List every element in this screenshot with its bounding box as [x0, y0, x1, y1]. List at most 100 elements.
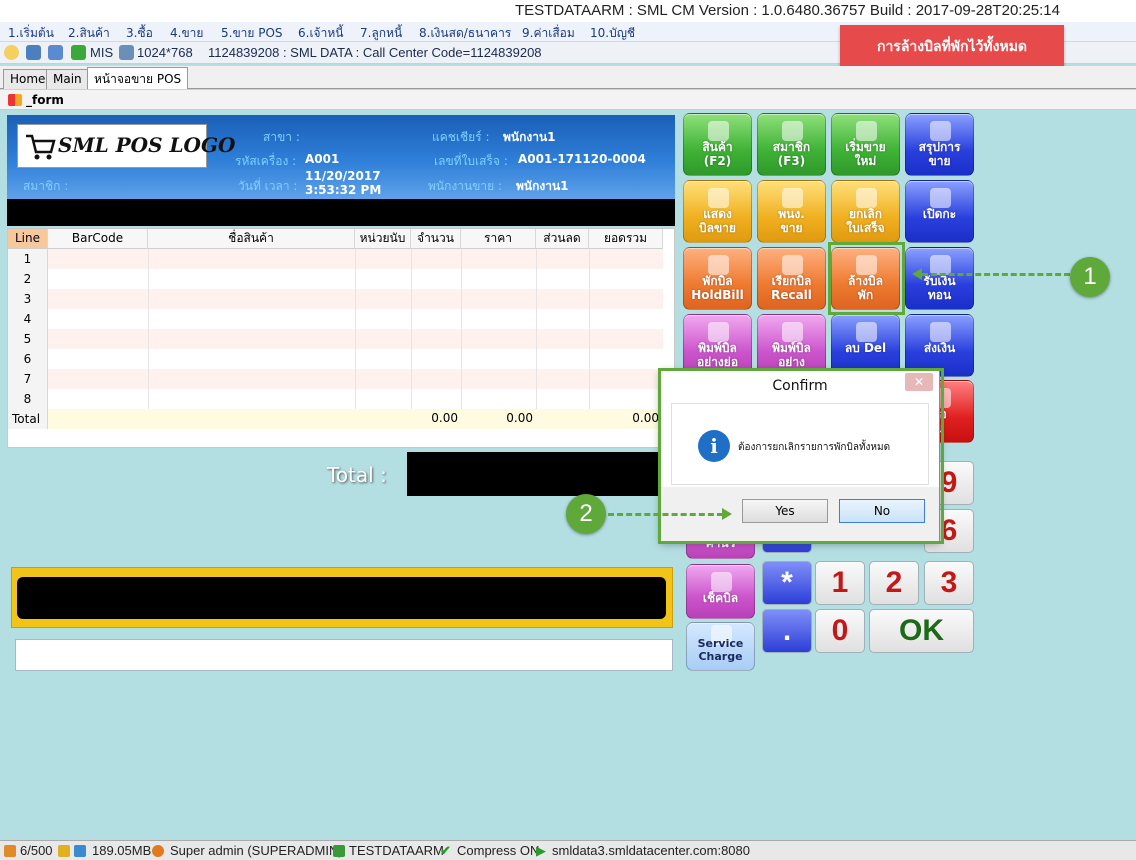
- grid-divider: [461, 249, 462, 429]
- receipt-value: A001-171120-0004: [518, 152, 646, 166]
- key-1[interactable]: 1: [815, 561, 865, 605]
- col-product-name: ชื่อสินค้า: [148, 229, 355, 249]
- check-bill-button[interactable]: เช็คบิล: [686, 564, 755, 619]
- key-0[interactable]: 0: [815, 609, 865, 653]
- row-number: 1: [8, 249, 48, 269]
- user-icon: [782, 121, 803, 141]
- machine-label: รหัสเครื่อง :: [235, 154, 297, 168]
- tab-pos-screen[interactable]: หน้าจอขาย POS: [87, 67, 189, 89]
- callout-line: [608, 513, 723, 516]
- total-sum: 0.00: [632, 411, 659, 425]
- mis-label[interactable]: MIS: [90, 45, 113, 60]
- pos-header: SML POS LOGO สาขา : รหัสเครื่อง : A001 ว…: [7, 115, 675, 199]
- printer-icon: [782, 322, 803, 342]
- total-row: [8, 409, 663, 429]
- search-icon: [708, 121, 729, 141]
- cutlery-icon: [711, 572, 732, 592]
- sales-summary-button[interactable]: สรุปการ ขาย: [905, 113, 974, 176]
- printer-icon: [708, 322, 729, 342]
- callout-line: [922, 273, 1070, 276]
- arrow-left-icon: [856, 322, 877, 342]
- list-icon: [708, 188, 729, 208]
- barcode-input[interactable]: [15, 639, 673, 671]
- play-icon: ▶: [536, 843, 546, 858]
- row-number: 7: [8, 369, 48, 389]
- store-logo: SML POS LOGO: [17, 124, 235, 168]
- menu-cash-bank[interactable]: 8.เงินสด/ธนาคาร: [419, 24, 511, 43]
- menu-start[interactable]: 1.เริ่มต้น: [8, 24, 54, 43]
- grid-divider: [536, 249, 537, 429]
- sales-value: พนักงาน1: [516, 179, 569, 193]
- menu-buy[interactable]: 3.ซื้อ: [126, 24, 153, 43]
- panel-icon[interactable]: [26, 45, 41, 60]
- check-icon: ✔: [440, 843, 451, 858]
- new-sale-button[interactable]: เริ่มขาย ใหม่: [831, 113, 900, 176]
- row-number: 2: [8, 269, 48, 289]
- menu-depreciation[interactable]: 9.ค่าเสื่อม: [522, 24, 575, 43]
- screen-icon[interactable]: [119, 45, 134, 60]
- menu-debtor[interactable]: 7.ลูกหนี้: [360, 24, 402, 43]
- cashier-value: พนักงาน1: [503, 130, 556, 144]
- status-count: 6/500: [20, 843, 53, 858]
- money-bag-icon: [930, 322, 951, 342]
- total-row-label: Total: [8, 409, 48, 429]
- form-title: _form: [26, 93, 64, 107]
- key-3[interactable]: 3: [924, 561, 974, 605]
- product-button[interactable]: สินค้า (F2): [683, 113, 752, 176]
- cross-icon: [856, 188, 877, 208]
- key-dot[interactable]: .: [762, 609, 812, 653]
- tab-main[interactable]: Main: [46, 69, 89, 89]
- report-icon: [930, 121, 951, 141]
- hold-bill-button[interactable]: พักบิล HoldBill: [683, 247, 752, 310]
- tab-bar: Home Main หน้าจอขาย POS: [0, 66, 1136, 89]
- menu-sell-pos[interactable]: 5.ขาย POS: [221, 24, 283, 43]
- arrow-left-icon: [912, 268, 922, 280]
- user-icon: [152, 845, 164, 857]
- window-title: TESTDATAARM : SML CM Version : 1.0.6480.…: [514, 2, 1060, 19]
- menu-creditor[interactable]: 6.เจ้าหนี้: [298, 24, 343, 43]
- show-bills-button[interactable]: แสดง บิลขาย: [683, 180, 752, 243]
- recall-bill-button[interactable]: เรียกบิล Recall: [757, 247, 826, 310]
- status-server: smldata3.smldatacenter.com:8080: [552, 843, 750, 858]
- form-title-bar: _form: [0, 90, 1136, 110]
- status-user: Super admin (SUPERADMIN): [170, 843, 343, 858]
- menu-sell[interactable]: 4.ขาย: [170, 24, 203, 43]
- clock-icon[interactable]: [4, 45, 19, 60]
- recall-icon: [782, 255, 803, 275]
- status-compress: Compress ON: [457, 843, 540, 858]
- col-discount: ส่วนลด: [536, 229, 589, 249]
- ok-button[interactable]: OK: [869, 609, 974, 653]
- grid-divider: [148, 249, 149, 429]
- change-display: [11, 567, 673, 628]
- chart-icon[interactable]: [71, 45, 86, 60]
- grid-divider: [589, 249, 590, 429]
- menu-account[interactable]: 10.บัญชี: [590, 24, 635, 43]
- note-icon: [856, 121, 877, 141]
- col-unit: หน่วยนับ: [355, 229, 411, 249]
- cash-icon: [930, 255, 951, 275]
- service-charge-button[interactable]: Service Charge: [686, 622, 755, 671]
- salesperson-button[interactable]: พนง. ขาย: [757, 180, 826, 243]
- users-icon: [4, 845, 16, 857]
- date-value: 11/20/2017: [305, 169, 381, 183]
- member-button[interactable]: สมาชิก (F3): [757, 113, 826, 176]
- col-total: ยอดรวม: [589, 229, 663, 249]
- sales-grid[interactable]: Line BarCode ชื่อสินค้า หน่วยนับ จำนวน ร…: [7, 228, 675, 448]
- memory-icon: [74, 845, 86, 857]
- door-icon: [930, 188, 951, 208]
- toolbar-info: 1124839208 : SML DATA : Call Center Code…: [208, 45, 542, 60]
- resolution-label[interactable]: 1024*768: [137, 45, 193, 60]
- cancel-receipt-button[interactable]: ยกเลิก ใบเสร็จ: [831, 180, 900, 243]
- key-2[interactable]: 2: [869, 561, 919, 605]
- machine-value: A001: [305, 152, 340, 166]
- key-star[interactable]: *: [762, 561, 812, 605]
- open-shift-button[interactable]: เปิดกะ: [905, 180, 974, 243]
- grid-divider: [355, 249, 356, 429]
- calculator-icon[interactable]: [48, 45, 63, 60]
- total-label: Total :: [327, 463, 387, 487]
- status-db: TESTDATAARM: [349, 843, 444, 858]
- col-barcode: BarCode: [48, 229, 148, 249]
- sales-label: พนักงานขาย :: [428, 179, 503, 193]
- menu-product[interactable]: 2.สินค้า: [68, 24, 110, 43]
- status-memory: 189.05MB: [92, 843, 152, 858]
